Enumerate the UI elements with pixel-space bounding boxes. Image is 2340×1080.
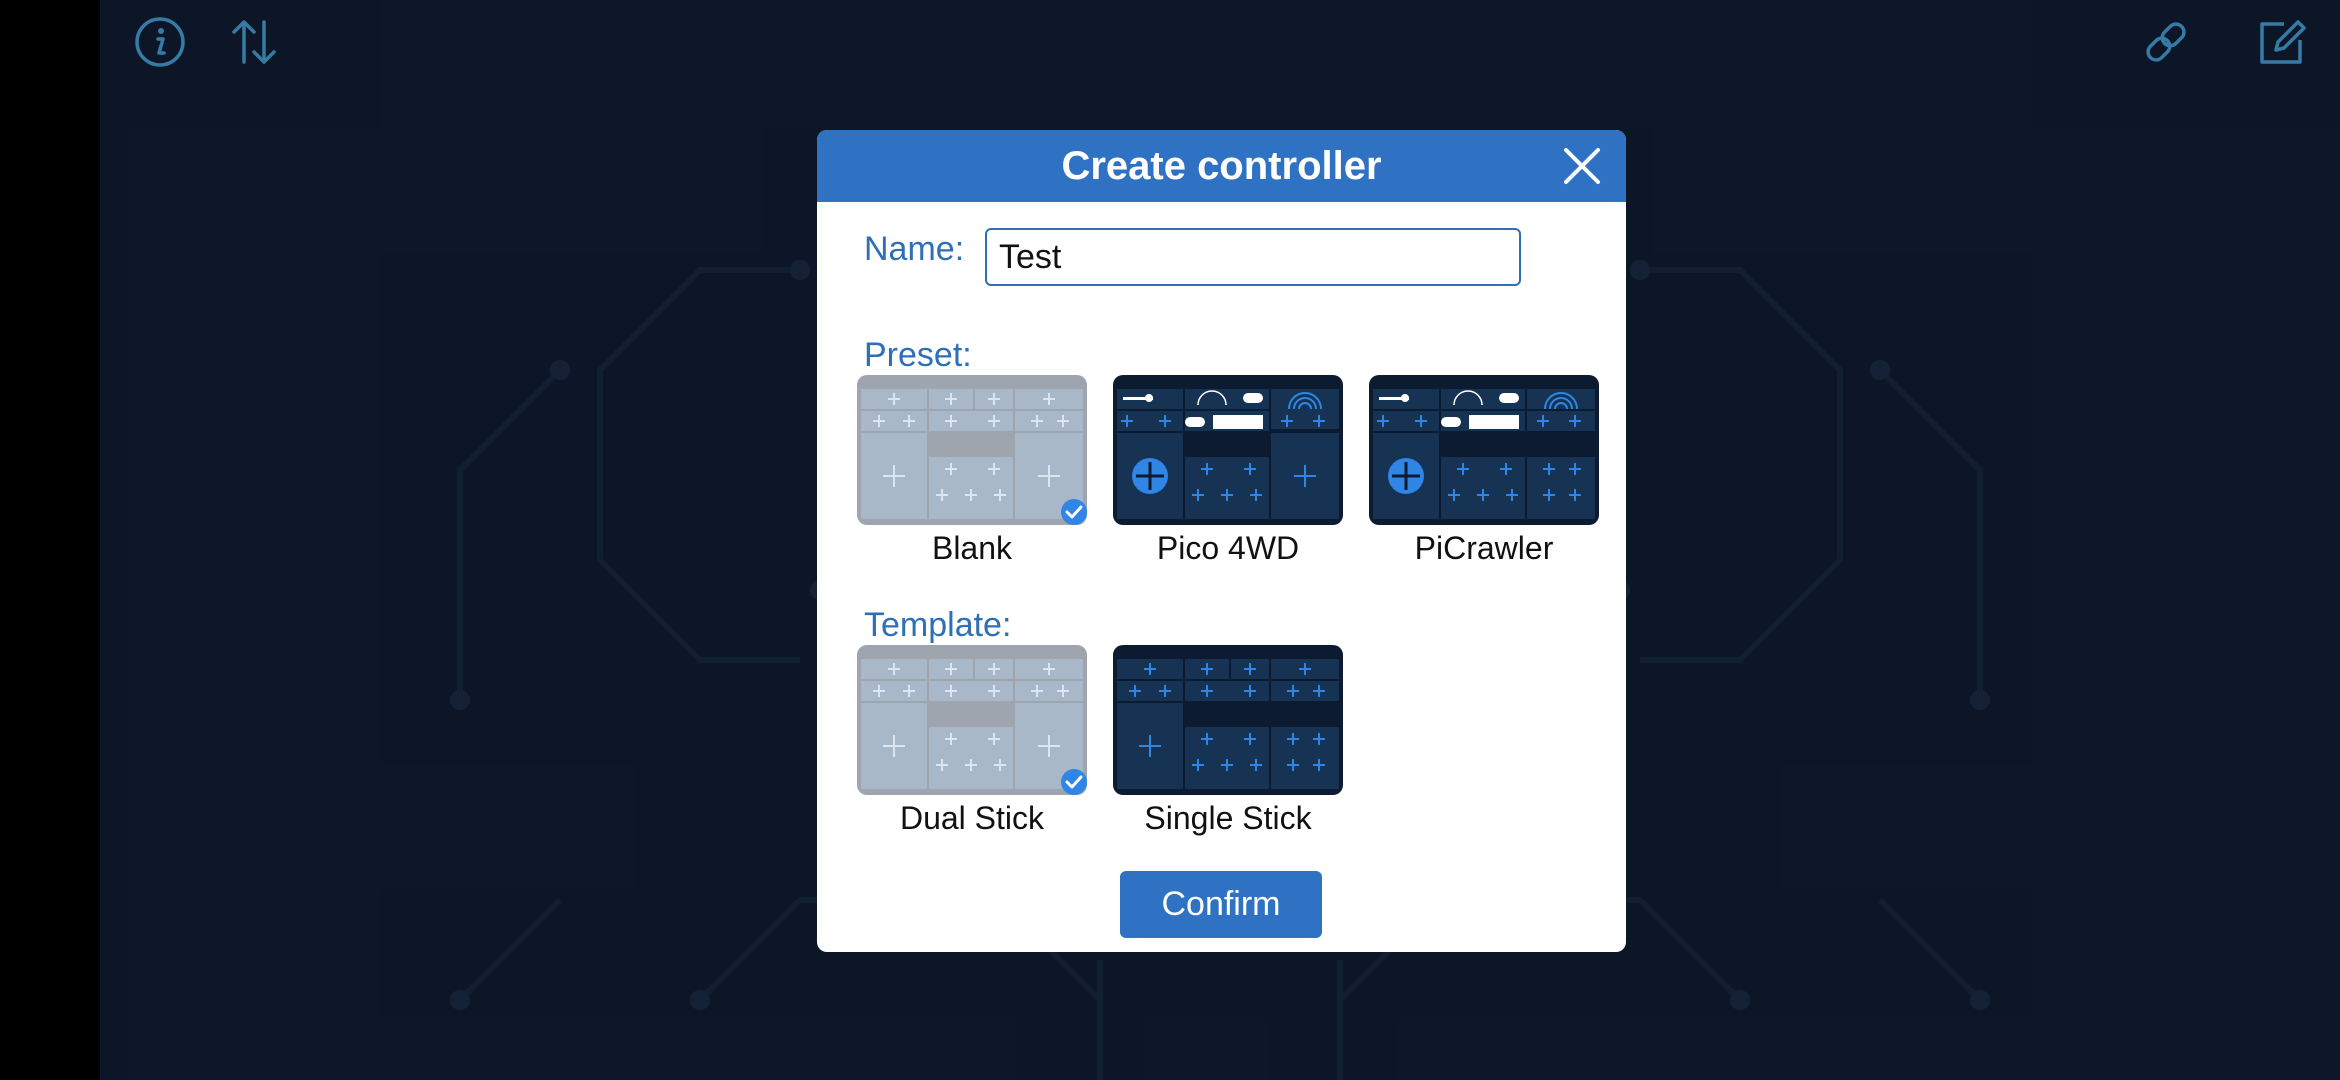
template-label: Template:	[864, 606, 1012, 644]
preset-pico-4wd-label: Pico 4WD	[1156, 530, 1300, 566]
preset-picrawler-label: PiCrawler	[1414, 530, 1554, 566]
dual-stick-preview-icon	[857, 645, 1087, 795]
close-icon[interactable]	[1560, 144, 1604, 188]
blank-preview-icon	[857, 375, 1087, 525]
name-input[interactable]	[985, 228, 1521, 286]
close-button[interactable]	[1560, 144, 1604, 188]
template-dual-stick-label: Dual Stick	[899, 800, 1045, 836]
preset-blank-label: Blank	[931, 530, 1013, 566]
template-single-stick-tile[interactable]	[1113, 645, 1343, 795]
selected-check-icon	[1059, 767, 1087, 795]
preset-pico-4wd-tile[interactable]	[1113, 375, 1343, 525]
single-stick-preview-icon	[1113, 645, 1343, 795]
confirm-button[interactable]: Confirm	[1120, 871, 1322, 938]
dialog-title: Create controller	[1061, 143, 1382, 188]
name-row: Name:	[864, 230, 964, 269]
left-black-bar	[0, 0, 100, 1080]
preset-label: Preset:	[864, 336, 972, 374]
preset-blank-tile[interactable]	[857, 375, 1087, 525]
name-label: Name:	[864, 230, 965, 268]
pico-4wd-preview-icon	[1113, 375, 1343, 525]
template-single-stick-label: Single Stick	[1144, 800, 1312, 836]
preset-picrawler-tile[interactable]	[1369, 375, 1599, 525]
picrawler-preview-icon	[1369, 375, 1599, 525]
create-controller-dialog: Create controller Name: Preset:	[817, 130, 1626, 952]
selected-check-icon	[1059, 497, 1087, 525]
dialog-header: Create controller	[817, 130, 1626, 202]
template-dual-stick-tile[interactable]	[857, 645, 1087, 795]
